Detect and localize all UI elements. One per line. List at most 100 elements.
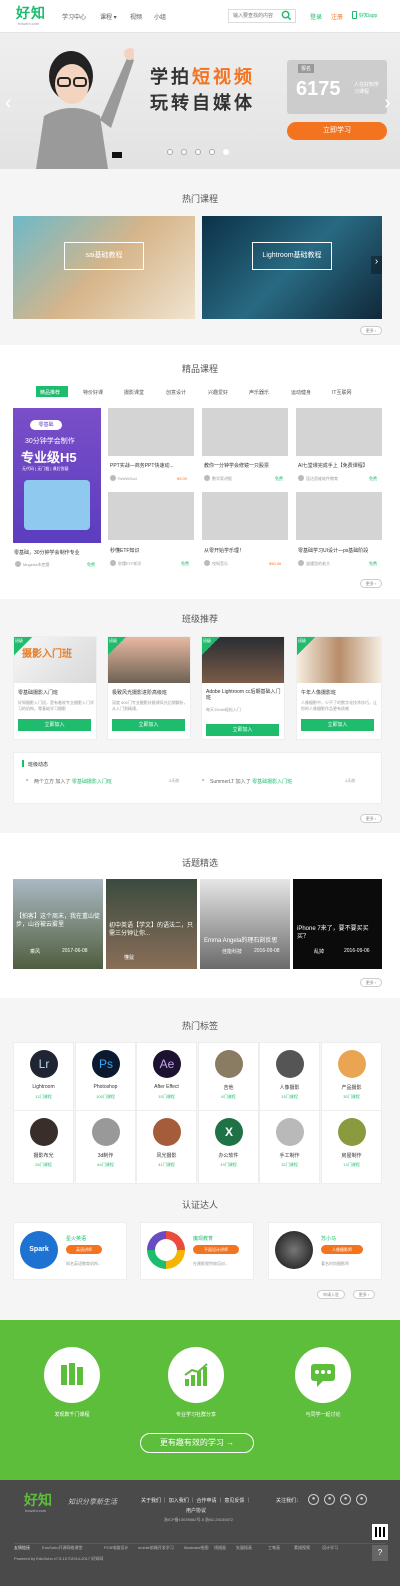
banner-next-icon[interactable]: › — [384, 92, 391, 115]
class-tag: 班级 — [297, 637, 315, 655]
nav-courses[interactable]: 课程 ▾ — [100, 12, 117, 21]
avatar — [298, 475, 304, 481]
join-class-button[interactable]: 立即加入 — [206, 724, 279, 736]
tab-photo[interactable]: 摄影课堂 — [124, 389, 144, 396]
app-link[interactable]: 好知app — [359, 12, 377, 19]
tag-name: Lightroom — [32, 1084, 55, 1090]
footer-divider — [14, 1543, 386, 1544]
friend-link[interactable]: PCB电路设计 — [104, 1545, 128, 1551]
experts-more-button[interactable]: 更多 › — [353, 1290, 375, 1299]
tab-discount[interactable]: 特价好课 — [83, 389, 103, 396]
class-name[interactable]: Adobe Lightroom cc后期基础入门班 — [206, 689, 282, 701]
expert-name[interactable]: 魔现教育 — [193, 1235, 213, 1242]
tab-music[interactable]: 声乐器乐 — [249, 389, 269, 396]
friend-link[interactable]: 工笔画 — [268, 1545, 280, 1551]
expert-badge: 平面设计讲师 — [193, 1245, 239, 1254]
topic-title: Emma Angela的理石刻反思 — [204, 938, 278, 944]
tab-design[interactable]: 创意设计 — [166, 389, 186, 396]
feature-line1: 30分钟学会制作 — [25, 438, 75, 445]
nav-groups[interactable]: 小组 — [154, 12, 166, 21]
register-link[interactable]: 注册 — [331, 12, 343, 21]
banner-dot-1[interactable] — [167, 149, 173, 155]
course-price: ¥50.00 — [269, 561, 282, 566]
course-title[interactable]: 零基础学习UI设计—ps基础阶段 — [298, 547, 368, 554]
course-thumb[interactable] — [296, 408, 382, 456]
banner-dot-3[interactable] — [195, 149, 201, 155]
lightroom-icon: Lr — [30, 1050, 58, 1078]
topic-card[interactable] — [293, 879, 382, 969]
footer-logo[interactable]: 好知 — [24, 1490, 52, 1510]
excel-icon: X — [215, 1118, 243, 1146]
course-title[interactable]: 教你一分钟学会修镜一只股票 — [204, 462, 269, 469]
course-thumb[interactable] — [202, 492, 288, 540]
tab-featured[interactable]: 精品推荐 — [40, 389, 60, 396]
class-name[interactable]: 午年人像摄影班 — [301, 689, 336, 696]
course-thumb[interactable] — [296, 492, 382, 540]
hot-next-icon[interactable]: › — [371, 256, 382, 274]
tab-hobby[interactable]: 兴趣爱好 — [208, 389, 228, 396]
banner-dot-4[interactable] — [209, 149, 215, 155]
footer-user-agreement[interactable]: 用户协议 — [186, 1507, 206, 1514]
course-price: 免费 — [275, 476, 283, 481]
weibo-icon[interactable]: ● — [308, 1494, 319, 1505]
user-icon: ◔ — [200, 776, 205, 785]
avatar — [110, 560, 116, 566]
footer-links[interactable]: 关于我们 ｜ 加入我们 ｜ 合作申请 ｜ 意见反馈 ｜ — [141, 1497, 251, 1504]
fine-more-button[interactable]: 更多 › — [360, 579, 382, 588]
join-class-button[interactable]: 立即加入 — [301, 719, 374, 731]
friend-link[interactable]: EduSoho开源网络课堂 — [42, 1545, 82, 1551]
apply-expert-button[interactable]: 申请入驻 — [317, 1290, 345, 1299]
login-link[interactable]: 登录 — [310, 12, 322, 21]
friend-link[interactable]: 线描画 — [214, 1545, 226, 1551]
course-title[interactable]: AI七堂课完成手上【免费课程】 — [298, 462, 368, 469]
friend-link[interactable]: 素描视频 — [294, 1545, 310, 1551]
course-thumb[interactable] — [108, 492, 194, 540]
course-thumb[interactable] — [108, 408, 194, 456]
qq-icon[interactable]: ● — [340, 1494, 351, 1505]
feature-line3: 无代码 | 无门槛 | 课后答疑 — [22, 466, 69, 471]
tag-count: 15门课程 — [281, 1094, 298, 1099]
banner-dot-2[interactable] — [181, 149, 187, 155]
friend-link[interactable]: mobile前端开发学习 — [138, 1545, 174, 1551]
search-icon[interactable] — [281, 10, 292, 21]
course-title[interactable]: PPT实战—商务PPT快速动... — [110, 462, 174, 469]
course-thumb[interactable] — [202, 408, 288, 456]
class-name[interactable]: 零基础摄影入门班 — [18, 689, 58, 696]
banner-prev-icon[interactable]: ‹ — [5, 92, 12, 115]
expert-name[interactable]: 苏小马 — [321, 1235, 336, 1242]
learn-now-button[interactable]: 立即学习 — [287, 122, 387, 140]
hot-more-button[interactable]: 更多 › — [360, 326, 382, 335]
join-class-button[interactable]: 立即加入 — [18, 719, 91, 731]
help-icon[interactable]: ? — [372, 1545, 388, 1561]
tab-sports[interactable]: 运动健身 — [291, 389, 311, 396]
classes-more-button[interactable]: 更多 › — [360, 814, 382, 823]
product-photo-icon — [338, 1050, 366, 1078]
banner-dot-5[interactable] — [223, 149, 229, 155]
nav-video[interactable]: 视频 — [130, 12, 142, 21]
class-name[interactable]: 极致风光摄影进阶高级班 — [112, 689, 167, 696]
feature-line2: 专业级H5 — [21, 450, 77, 465]
wechat-icon[interactable]: ● — [324, 1494, 335, 1505]
nav-learning-center[interactable]: 学习中心 — [62, 12, 86, 21]
course-title[interactable]: 秒懂ETF知识 — [110, 547, 139, 554]
portrait-photo-icon — [276, 1050, 304, 1078]
feed-marker — [22, 760, 24, 767]
class-desc: 好知摄影入门班，是有着较专业摄影入门学习的机构，零基础学习摄影 — [18, 700, 94, 711]
footer-follow: 关注我们： — [276, 1498, 302, 1504]
footer-slogan: 知识分享新生活 — [68, 1499, 117, 1506]
expert-name[interactable]: 星火英语 — [66, 1235, 86, 1242]
join-class-button[interactable]: 立即加入 — [112, 719, 185, 731]
learn-more-button[interactable]: 更有趣有效的学习 → — [140, 1433, 254, 1453]
course-title[interactable]: 从零开始学乐理！ — [204, 547, 244, 554]
topics-more-button[interactable]: 更多 › — [360, 978, 382, 987]
topic-date: 2016-09-08 — [254, 948, 280, 954]
friend-link[interactable]: 设计学习 — [322, 1545, 338, 1551]
tab-it[interactable]: IT互联网 — [332, 389, 351, 396]
qzone-icon[interactable]: ● — [356, 1494, 367, 1505]
topic-card[interactable] — [200, 879, 290, 969]
friend-link[interactable]: Illustrator绘图 — [184, 1545, 208, 1551]
site-logo[interactable]: 好知 — [16, 3, 46, 23]
friend-link[interactable]: 矢量插画 — [236, 1545, 252, 1551]
site-logo-sub: howzhi.com — [18, 21, 40, 26]
feature-title[interactable]: 零基础，30分钟学会制作专业 — [14, 549, 80, 556]
